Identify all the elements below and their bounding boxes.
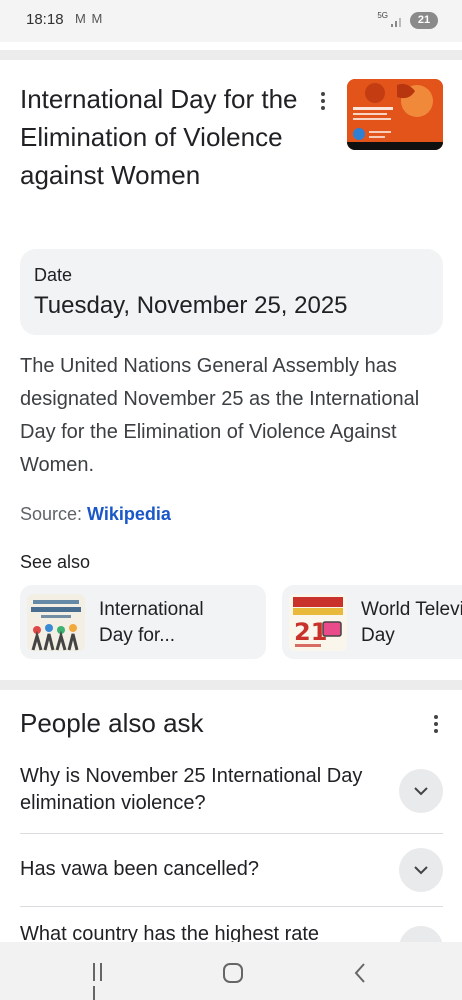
home-button-icon[interactable] [223,963,243,983]
question-text: Has vawa been cancelled? [20,858,260,880]
question-text: Why is November 25 International Day eli… [20,765,363,814]
people-also-ask-heading: People also ask [20,708,204,738]
question-item[interactable]: Has vawa been cancelled? [20,835,443,907]
signal-icon [391,18,401,27]
source-label: Source: [20,504,88,524]
recents-button-icon[interactable] [93,963,113,1000]
section-divider [0,50,462,60]
battery-icon: 21 [410,12,438,29]
world-television-day-thumbnail: 21 [289,594,347,651]
see-also-card-label: World Television Day [361,599,462,646]
see-also-card-tolerance-day[interactable]: International Day for... [20,585,266,659]
description-text: The United Nations General Assembly has … [20,355,420,476]
question-item[interactable]: Why is November 25 International Day eli… [20,760,443,834]
more-options-icon[interactable] [316,90,330,114]
network-type: 5G [377,11,388,20]
expand-chevron-icon[interactable] [399,769,443,813]
more-options-icon[interactable] [429,713,443,737]
tolerance-day-thumbnail [27,594,85,651]
date-card: Date Tuesday, November 25, 2025 [20,249,443,335]
date-value: Tuesday, November 25, 2025 [34,292,348,319]
see-also-carousel[interactable]: International Day for... 21 World Televi… [20,585,462,659]
event-poster-thumbnail[interactable] [347,79,443,150]
system-navigation-bar [0,942,462,1000]
status-time: 18:18 [26,11,64,28]
back-button-icon[interactable] [353,962,367,984]
see-also-card-label: International Day for... [99,599,204,646]
expand-chevron-icon[interactable] [399,848,443,892]
status-bar: 18:18 M M 5G 21 [0,0,462,42]
gmail-notification-icon: M M [75,11,104,26]
source-link-wikipedia[interactable]: Wikipedia [87,504,171,524]
date-label: Date [34,265,73,285]
panel-title: International Day for the Elimination of… [20,84,298,190]
see-also-heading: See also [20,552,91,572]
source-line: Source: Wikipedia [20,504,171,525]
see-also-card-world-television-day[interactable]: 21 World Television Day [282,585,462,659]
section-divider [0,680,462,690]
